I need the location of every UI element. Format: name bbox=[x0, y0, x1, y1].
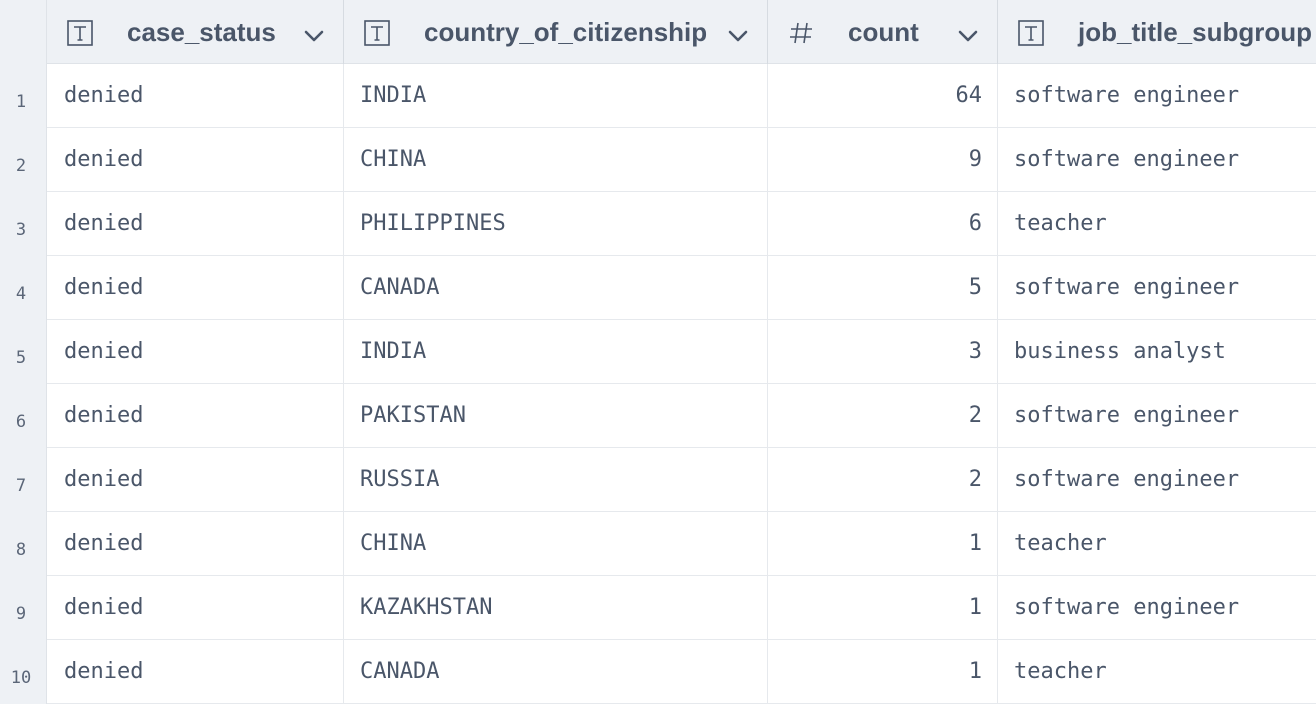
row-number: 9 bbox=[0, 576, 47, 640]
column-header-label: country_of_citizenship bbox=[424, 17, 708, 47]
text-type-icon bbox=[364, 20, 390, 46]
cell-job-title-subgroup[interactable]: software engineer bbox=[998, 448, 1316, 511]
table-row[interactable]: 5 denied INDIA 3 business analyst bbox=[0, 320, 1316, 384]
cell-country-of-citizenship[interactable]: CANADA bbox=[344, 256, 768, 319]
cell-count[interactable]: 2 bbox=[768, 448, 998, 511]
cell-count[interactable]: 1 bbox=[768, 640, 998, 703]
table-row[interactable]: 6 denied PAKISTAN 2 software engineer bbox=[0, 384, 1316, 448]
table-row[interactable]: 4 denied CANADA 5 software engineer bbox=[0, 256, 1316, 320]
cell-job-title-subgroup[interactable]: teacher bbox=[998, 640, 1316, 703]
cell-country-of-citizenship[interactable]: CHINA bbox=[344, 512, 768, 575]
cell-case-status[interactable]: denied bbox=[47, 448, 344, 511]
cell-country-of-citizenship[interactable]: CANADA bbox=[344, 640, 768, 703]
text-type-icon bbox=[1018, 20, 1044, 46]
row-number: 4 bbox=[0, 256, 47, 320]
row-number: 10 bbox=[0, 640, 47, 704]
cell-country-of-citizenship[interactable]: KAZAKHSTAN bbox=[344, 576, 768, 639]
row-number: 5 bbox=[0, 320, 47, 384]
table-row[interactable]: 7 denied RUSSIA 2 software engineer bbox=[0, 448, 1316, 512]
chevron-down-icon[interactable] bbox=[727, 22, 749, 42]
table-row[interactable]: 1 denied INDIA 64 software engineer bbox=[0, 64, 1316, 128]
cell-country-of-citizenship[interactable]: RUSSIA bbox=[344, 448, 768, 511]
cell-country-of-citizenship[interactable]: CHINA bbox=[344, 128, 768, 191]
cell-case-status[interactable]: denied bbox=[47, 256, 344, 319]
cell-count[interactable]: 3 bbox=[768, 320, 998, 383]
column-header-case-status[interactable]: case_status bbox=[47, 0, 344, 64]
column-header-label: case_status bbox=[127, 17, 276, 47]
cell-job-title-subgroup[interactable]: teacher bbox=[998, 192, 1316, 255]
cell-count[interactable]: 1 bbox=[768, 576, 998, 639]
cell-job-title-subgroup[interactable]: software engineer bbox=[998, 384, 1316, 447]
cell-job-title-subgroup[interactable]: software engineer bbox=[998, 64, 1316, 127]
cell-count[interactable]: 5 bbox=[768, 256, 998, 319]
cell-job-title-subgroup[interactable]: business analyst bbox=[998, 320, 1316, 383]
column-header-count[interactable]: count bbox=[768, 0, 998, 64]
row-number: 1 bbox=[0, 64, 47, 128]
chevron-down-icon[interactable] bbox=[957, 22, 979, 42]
number-type-icon bbox=[788, 20, 814, 46]
column-header-label: job_title_subgroup bbox=[1078, 17, 1312, 47]
cell-case-status[interactable]: denied bbox=[47, 192, 344, 255]
cell-case-status[interactable]: denied bbox=[47, 64, 344, 127]
data-table: case_status country_of_citizenship count… bbox=[0, 0, 1316, 708]
cell-count[interactable]: 9 bbox=[768, 128, 998, 191]
row-number: 8 bbox=[0, 512, 47, 576]
column-header-country-of-citizenship[interactable]: country_of_citizenship bbox=[344, 0, 768, 64]
cell-country-of-citizenship[interactable]: INDIA bbox=[344, 320, 768, 383]
chevron-down-icon[interactable] bbox=[303, 22, 325, 42]
table-row[interactable]: 8 denied CHINA 1 teacher bbox=[0, 512, 1316, 576]
table-header: case_status country_of_citizenship count… bbox=[0, 0, 1316, 64]
cell-case-status[interactable]: denied bbox=[47, 384, 344, 447]
table-body: 1 denied INDIA 64 software engineer 2 de… bbox=[0, 64, 1316, 704]
corner-cell bbox=[0, 0, 47, 64]
row-number: 7 bbox=[0, 448, 47, 512]
table-row[interactable]: 10 denied CANADA 1 teacher bbox=[0, 640, 1316, 704]
cell-count[interactable]: 64 bbox=[768, 64, 998, 127]
cell-job-title-subgroup[interactable]: teacher bbox=[998, 512, 1316, 575]
cell-country-of-citizenship[interactable]: INDIA bbox=[344, 64, 768, 127]
cell-case-status[interactable]: denied bbox=[47, 128, 344, 191]
table-row[interactable]: 9 denied KAZAKHSTAN 1 software engineer bbox=[0, 576, 1316, 640]
cell-country-of-citizenship[interactable]: PAKISTAN bbox=[344, 384, 768, 447]
cell-case-status[interactable]: denied bbox=[47, 512, 344, 575]
column-header-label: count bbox=[848, 17, 919, 47]
cell-job-title-subgroup[interactable]: software engineer bbox=[998, 128, 1316, 191]
cell-case-status[interactable]: denied bbox=[47, 320, 344, 383]
cell-case-status[interactable]: denied bbox=[47, 640, 344, 703]
cell-count[interactable]: 6 bbox=[768, 192, 998, 255]
table-row[interactable]: 2 denied CHINA 9 software engineer bbox=[0, 128, 1316, 192]
row-number: 3 bbox=[0, 192, 47, 256]
row-number: 2 bbox=[0, 128, 47, 192]
row-number: 6 bbox=[0, 384, 47, 448]
cell-job-title-subgroup[interactable]: software engineer bbox=[998, 576, 1316, 639]
cell-case-status[interactable]: denied bbox=[47, 576, 344, 639]
cell-country-of-citizenship[interactable]: PHILIPPINES bbox=[344, 192, 768, 255]
cell-count[interactable]: 2 bbox=[768, 384, 998, 447]
cell-count[interactable]: 1 bbox=[768, 512, 998, 575]
cell-job-title-subgroup[interactable]: software engineer bbox=[998, 256, 1316, 319]
text-type-icon bbox=[67, 20, 93, 46]
table-row[interactable]: 3 denied PHILIPPINES 6 teacher bbox=[0, 192, 1316, 256]
column-header-job-title-subgroup[interactable]: job_title_subgroup bbox=[998, 0, 1316, 64]
